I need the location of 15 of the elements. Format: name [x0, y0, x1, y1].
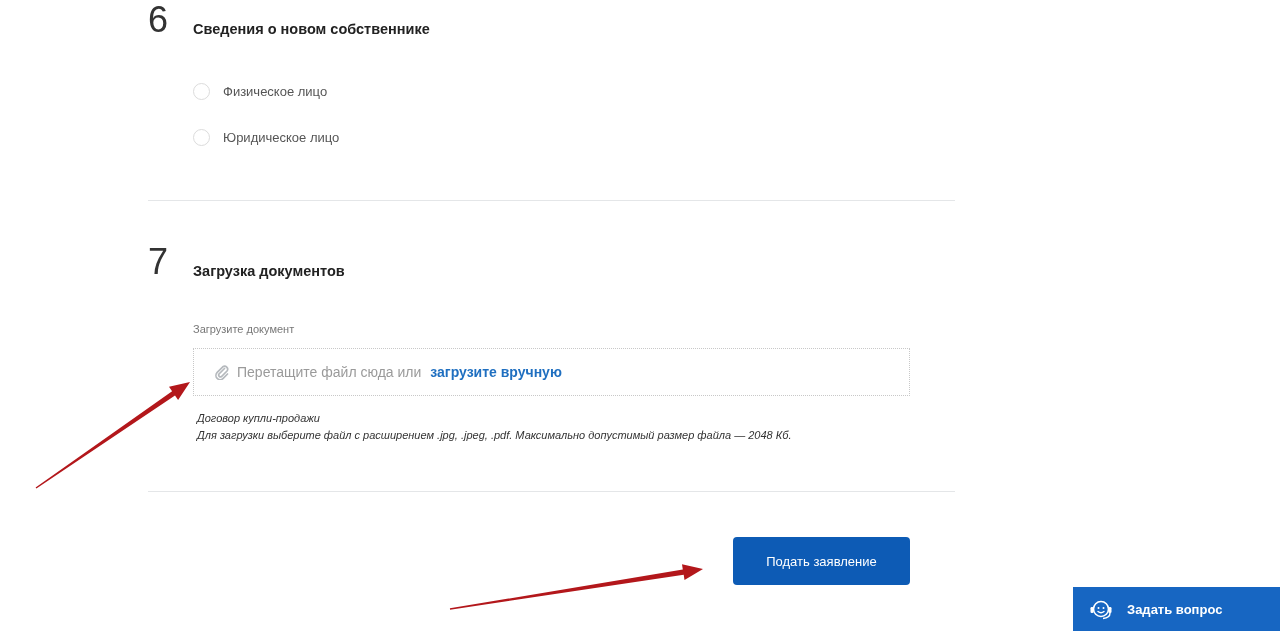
field-label: Загрузите документ	[193, 322, 295, 337]
upload-hint: Договор купли-продажи	[197, 411, 320, 426]
paperclip-icon	[214, 364, 230, 380]
upload-hint: Для загрузки выберите файл с расширением .jpg, .jpeg, .pdf. Максимально допустимый размер файла — 2048 Кб.	[197, 428, 792, 443]
section-title: Сведения о новом собственнике	[193, 20, 430, 38]
step-number: 7	[148, 242, 170, 282]
radio-label[interactable]: Физическое лицо	[223, 83, 328, 99]
help-chat-button[interactable]: Задать вопрос	[1073, 587, 1280, 631]
dropzone-prompt: Перетащите файл сюда или	[237, 364, 422, 380]
step-number: 6	[148, 0, 170, 40]
section-title: Загрузка документов	[193, 262, 345, 280]
submit-button[interactable]: Подать заявление	[733, 537, 910, 585]
radio-label[interactable]: Юридическое лицо	[223, 129, 340, 145]
upload-link[interactable]: загрузите вручную	[430, 364, 562, 380]
file-dropzone[interactable]: Перетащите файл сюда или загрузите вручную	[193, 348, 910, 396]
